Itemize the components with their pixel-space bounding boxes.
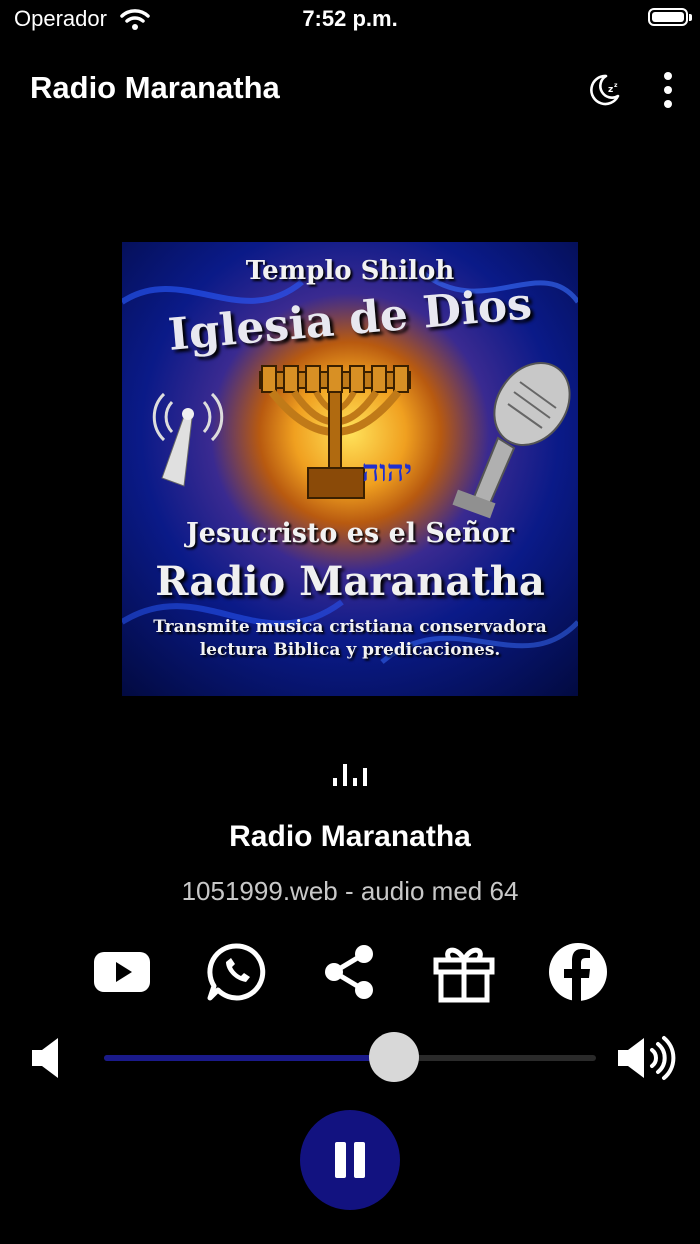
artwork-line-3: Jesucristo es el Señor [186,518,514,549]
gift-icon[interactable] [432,940,496,1004]
pause-icon-left-bar [335,1142,346,1178]
artwork-line-4: Radio Maranatha [155,558,545,605]
clock: 7:52 p.m. [302,6,398,31]
artwork-hebrew: יהוה [362,454,413,489]
svg-text:z: z [614,82,618,89]
battery-icon [648,8,692,26]
share-icon[interactable] [318,940,382,1004]
station-name: Radio Maranatha [229,820,471,853]
artwork-line-5-6: Transmite musica cristiana conservadora … [122,616,578,662]
pause-button[interactable] [300,1110,400,1210]
app-title: Radio Maranatha [30,70,280,105]
equalizer-icon [333,764,367,786]
volume-slider-thumb[interactable] [369,1032,420,1082]
youtube-icon[interactable] [90,940,154,1004]
radio-antenna-graphic [152,392,224,487]
volume-low-icon[interactable] [30,1034,62,1082]
status-bar: Operador 7:52 p.m. [0,0,700,40]
volume-slider-fill [104,1055,395,1061]
whatsapp-icon[interactable] [204,940,268,1004]
app-bar: Radio Maranatha z z [0,60,700,116]
volume-slider[interactable] [104,1055,596,1061]
sleep-timer-icon[interactable]: z z [584,70,624,110]
artwork-line-5: Transmite musica cristiana conservadora [153,617,547,637]
stream-info: 1051999.web - audio med 64 [181,876,519,906]
artwork-line-6: lectura Biblica y predicaciones. [199,640,501,660]
svg-text:z: z [608,85,613,95]
volume-high-icon[interactable] [616,1034,680,1082]
facebook-icon[interactable] [546,940,610,1004]
microphone-graphic [452,362,571,519]
social-actions [0,940,700,1004]
pause-icon-right-bar [354,1142,365,1178]
more-options-icon[interactable] [654,68,682,112]
station-artwork: Templo Shiloh Iglesia de Dios יהוה Jesuc… [122,242,578,696]
